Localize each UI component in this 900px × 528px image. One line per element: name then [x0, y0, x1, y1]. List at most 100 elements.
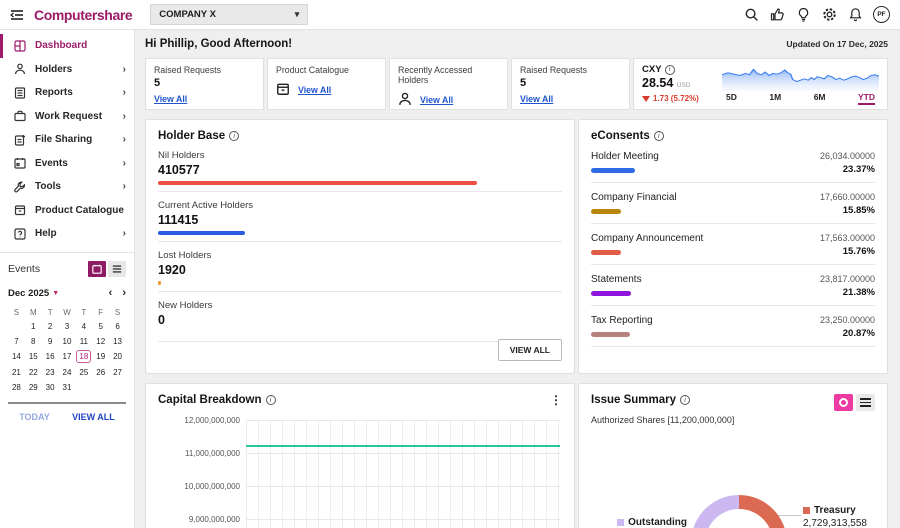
holder-base-row: Nil Holders 410577: [158, 150, 562, 192]
info-icon[interactable]: i: [680, 395, 690, 405]
sidebar-item-events[interactable]: Events ›: [0, 152, 134, 176]
holders-person-icon: [14, 63, 27, 76]
calendar-next-button[interactable]: ›: [122, 288, 126, 298]
calendar-cell[interactable]: 17: [59, 351, 76, 362]
sidebar-item-label: Events: [35, 158, 68, 169]
calendar-cell[interactable]: 4: [75, 321, 92, 332]
calendar-cell[interactable]: 6: [109, 321, 126, 332]
calendar-cell[interactable]: 1: [25, 321, 42, 332]
calendar-cell[interactable]: 10: [59, 336, 76, 347]
feedback-thumbs-up-icon[interactable]: [769, 6, 786, 23]
sidebar-item-work-request[interactable]: Work Request ›: [0, 105, 134, 129]
sidebar-item-dashboard[interactable]: Dashboard: [0, 34, 134, 58]
calendar-view-button[interactable]: [88, 261, 106, 277]
ideas-lightbulb-icon[interactable]: [795, 6, 812, 23]
sidebar-item-tools[interactable]: Tools ›: [0, 175, 134, 199]
card-count: 5: [520, 77, 621, 89]
metric-value: 410577: [158, 163, 562, 177]
y-axis-tick: 12,000,000,000: [184, 416, 240, 425]
calendar-cell: [8, 321, 25, 332]
info-icon[interactable]: i: [654, 131, 664, 141]
sidebar-item-product-catalogue[interactable]: Product Catalogue: [0, 199, 134, 223]
holder-base-view-all-button[interactable]: VIEW ALL: [498, 339, 562, 361]
kebab-menu-icon[interactable]: ⋮: [550, 394, 562, 406]
legend-swatch: [617, 519, 624, 526]
calendar-prev-button[interactable]: ‹: [109, 288, 113, 298]
range-tab-1m[interactable]: 1M: [769, 92, 781, 105]
search-icon[interactable]: [743, 6, 760, 23]
calendar-cell[interactable]: 14: [8, 351, 25, 362]
calendar-cell[interactable]: 27: [109, 367, 126, 378]
calendar-cell[interactable]: 29: [25, 382, 42, 393]
calendar-cell[interactable]: 31: [59, 382, 76, 393]
sidebar-item-file-sharing[interactable]: File Sharing ›: [0, 128, 134, 152]
consent-bar: [591, 332, 630, 337]
sidebar-item-help[interactable]: Help ›: [0, 222, 134, 246]
calendar-cell[interactable]: 12: [92, 336, 109, 347]
chevron-right-icon: ›: [123, 181, 126, 192]
calendar-cell[interactable]: 5: [92, 321, 109, 332]
calendar-cell[interactable]: 21: [8, 367, 25, 378]
sidebar-item-holders[interactable]: Holders ›: [0, 58, 134, 82]
donut-view-button[interactable]: [834, 394, 853, 411]
calendar-cell[interactable]: 30: [42, 382, 59, 393]
calendar-cell[interactable]: 2: [42, 321, 59, 332]
range-tab-5d[interactable]: 5D: [726, 92, 737, 105]
info-icon[interactable]: i: [665, 65, 675, 75]
notifications-bell-icon[interactable]: [847, 6, 864, 23]
donut-icon: [839, 398, 848, 407]
help-icon: [14, 227, 27, 240]
list-view-button[interactable]: [856, 394, 875, 411]
calendar-cell[interactable]: 16: [42, 351, 59, 362]
computershare-logo[interactable]: Computershare: [34, 7, 132, 23]
calendar-cell[interactable]: 7: [8, 336, 25, 347]
calendar-cell[interactable]: 8: [25, 336, 42, 347]
calendar-cell[interactable]: 19: [92, 351, 109, 362]
calendar-grid: S M T W T F S 1 2 3 4 5 6 7 8 9 10 11 12: [8, 308, 126, 393]
info-icon[interactable]: i: [229, 131, 239, 141]
calendar-month-selector[interactable]: Dec 2025: [8, 288, 49, 299]
metric-label: Current Active Holders: [158, 200, 562, 211]
view-all-link[interactable]: View All: [420, 95, 453, 105]
events-view-all-button[interactable]: VIEW ALL: [72, 412, 115, 422]
calendar-cell[interactable]: 26: [92, 367, 109, 378]
calendar-cell[interactable]: 22: [25, 367, 42, 378]
company-selector[interactable]: COMPANY X ▾: [150, 4, 308, 25]
calendar-cell: [109, 382, 126, 393]
holder-base-panel: Holder Base i Nil Holders 410577 Current…: [145, 119, 575, 374]
user-avatar[interactable]: PF: [873, 6, 890, 23]
sidebar-item-reports[interactable]: Reports ›: [0, 81, 134, 105]
calendar-cell-selected[interactable]: 18: [76, 350, 91, 363]
sidebar-collapse-icon[interactable]: [0, 9, 34, 21]
chevron-right-icon: ›: [123, 228, 126, 239]
sidebar-item-label: Help: [35, 228, 57, 239]
list-view-button[interactable]: [108, 261, 126, 277]
greeting-text: Hi Phillip, Good Afternoon!: [145, 38, 292, 50]
calendar-cell[interactable]: 23: [42, 367, 59, 378]
range-tab-6m[interactable]: 6M: [814, 92, 826, 105]
calendar-cell[interactable]: 24: [59, 367, 76, 378]
calendar-cell: [75, 382, 92, 393]
holder-base-row: New Holders 0: [158, 300, 562, 342]
view-all-link[interactable]: View All: [154, 94, 187, 104]
info-icon[interactable]: i: [266, 395, 276, 405]
econsents-row: Tax Reporting 23,250.00000 20.87%: [591, 315, 875, 347]
calendar-cell[interactable]: 20: [109, 351, 126, 362]
calendar-cell[interactable]: 28: [8, 382, 25, 393]
settings-gear-icon[interactable]: [821, 6, 838, 23]
holder-base-title: Holder Base: [158, 130, 225, 142]
view-all-link[interactable]: View All: [520, 94, 553, 104]
today-button[interactable]: TODAY: [19, 412, 50, 422]
calendar-cell[interactable]: 3: [59, 321, 76, 332]
range-tab-ytd[interactable]: YTD: [858, 92, 875, 105]
calendar-cell[interactable]: 15: [25, 351, 42, 362]
calendar-cell[interactable]: 11: [75, 336, 92, 347]
calendar-cell[interactable]: 25: [75, 367, 92, 378]
consent-percent: 15.85%: [780, 205, 875, 216]
sidebar-item-label: Tools: [35, 181, 61, 192]
card-title: Product Catalogue: [276, 65, 377, 75]
view-all-link[interactable]: View All: [298, 85, 331, 95]
calendar-cell[interactable]: 13: [109, 336, 126, 347]
consent-label: Company Announcement: [591, 233, 780, 244]
calendar-cell[interactable]: 9: [42, 336, 59, 347]
